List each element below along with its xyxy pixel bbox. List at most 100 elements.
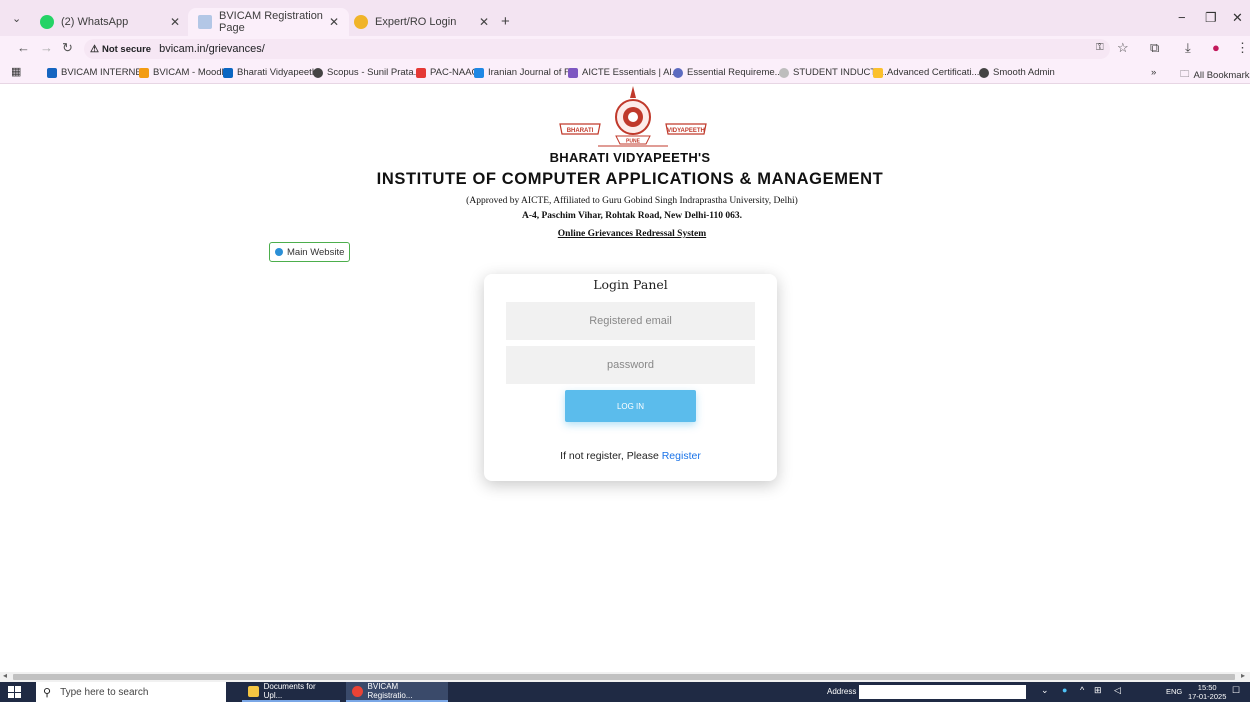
warning-icon[interactable]: ⚠ [90, 44, 99, 55]
volume-icon[interactable]: ◁ [1114, 685, 1121, 696]
download-icon[interactable]: ⤓ [1185, 40, 1191, 56]
browser-tab-strip: ⌄ (2) WhatsApp ✕ BVICAM Registration Pag… [0, 0, 1250, 36]
linkedin-icon [223, 67, 233, 78]
windows-taskbar: ⚲ Type here to search Documents for Upl.… [0, 682, 1250, 702]
restore-icon[interactable]: ❐ [1205, 10, 1217, 26]
scroll-right-icon[interactable]: ▸ [1241, 671, 1245, 680]
bookmark-item[interactable]: Iranian Journal of F... [474, 67, 577, 78]
email-field[interactable] [506, 302, 755, 340]
dropdown-icon[interactable]: ⌄ [1041, 685, 1049, 696]
close-tab-icon[interactable]: ✕ [479, 15, 489, 29]
assistant-icon[interactable]: ● [1062, 685, 1067, 695]
bookmark-item[interactable]: Scopus - Sunil Prata... [313, 67, 422, 78]
bharati-vidyapeeth-logo: BHARATI VIDYAPEETH PUNE [559, 86, 707, 147]
taskbar-item-documents[interactable]: Documents for Upl... [242, 682, 340, 702]
security-label[interactable]: Not secure [102, 44, 151, 55]
clock-time: 15:50 [1197, 683, 1217, 692]
new-tab-icon[interactable]: + [501, 13, 510, 30]
main-website-button[interactable]: Main Website [269, 242, 351, 262]
chrome-icon [352, 685, 363, 697]
approval-text: (Approved by AICTE, Affiliated to Guru G… [466, 196, 798, 206]
close-tab-icon[interactable]: ✕ [170, 15, 180, 29]
extensions-icon[interactable]: ⧉ [1150, 40, 1159, 56]
journal-icon [474, 67, 484, 78]
logo-bottom-text: PUNE [626, 139, 641, 145]
bookmark-label: Scopus - Sunil Prata... [327, 67, 422, 78]
back-icon[interactable]: ← [17, 40, 30, 55]
all-bookmarks[interactable]: 🗀 All Bookmarks [1180, 67, 1250, 83]
youtube-icon [416, 67, 426, 78]
bookmark-label: PAC-NAAC [430, 67, 479, 78]
globe-icon [354, 15, 368, 29]
address-toolbar-label: Address [827, 687, 857, 696]
certificate-icon [873, 67, 883, 78]
logo-right-text: VIDYAPEETH [667, 128, 705, 134]
password-key-icon[interactable]: ⚿ [1096, 42, 1104, 53]
scroll-left-icon[interactable]: ◂ [3, 671, 7, 680]
address-text: A-4, Paschim Vihar, Rohtak Road, New Del… [521, 211, 742, 221]
search-placeholder: Type here to search [60, 686, 149, 698]
horizontal-scrollbar[interactable]: ◂ ▸ [0, 671, 1250, 682]
bookmark-item[interactable]: BVICAM INTERNET [47, 67, 148, 78]
bookmark-label: Advanced Certificati... [887, 67, 980, 78]
bookmark-item[interactable]: STUDENT INDUCTI... [779, 67, 887, 78]
globe-icon [313, 67, 323, 78]
search-icon: ⚲ [43, 686, 52, 699]
taskbar-item-label: Documents for Upl... [263, 682, 316, 700]
network-icon[interactable]: ⊞ [1094, 685, 1102, 696]
login-button[interactable]: LOG IN [565, 390, 696, 422]
bookmark-label: BVICAM - Moodle [153, 67, 230, 78]
whatsapp-icon [40, 15, 54, 29]
login-panel: Login Panel LOG IN If not register, Plea… [484, 274, 777, 481]
menu-kebab-icon[interactable]: ⋮ [1236, 40, 1249, 56]
browser-toolbar: ← → ↻ ⚠ Not secure bvicam.in/grievances/… [0, 36, 1250, 62]
password-field[interactable] [506, 346, 755, 384]
bookmarks-overflow-icon[interactable]: » [1151, 67, 1156, 78]
profile-avatar-icon[interactable]: ● [1212, 40, 1220, 55]
windows-start-icon[interactable] [8, 686, 21, 698]
all-bookmarks-label: All Bookmarks [1193, 69, 1250, 81]
register-prefix: If not register, Please [560, 450, 662, 462]
page-content: BHARATI VIDYAPEETH PUNE BHARATI VIDYAPEE… [0, 84, 1250, 672]
show-hidden-icons-icon[interactable]: ^ [1080, 685, 1084, 695]
language-indicator[interactable]: ENG [1166, 687, 1182, 696]
folder-icon: 🗀 [1180, 69, 1190, 80]
tab-search-chevron-icon[interactable]: ⌄ [12, 12, 21, 25]
bookmark-item[interactable]: Bharati Vidyapeeth [223, 67, 317, 78]
institution-name-line1: BHARATI VIDYAPEETH'S [549, 150, 711, 165]
url-text[interactable]: bvicam.in/grievances/ [159, 43, 265, 55]
taskbar-search[interactable]: ⚲ Type here to search [36, 682, 226, 702]
tab-whatsapp[interactable]: (2) WhatsApp ✕ [30, 8, 190, 36]
bookmark-label: Smooth Admin [993, 67, 1055, 78]
address-toolbar-input[interactable] [859, 685, 1026, 699]
institution-name-line2: INSTITUTE OF COMPUTER APPLICATIONS & MAN… [376, 170, 884, 188]
register-link[interactable]: Register [662, 450, 701, 462]
bookmark-item[interactable]: Advanced Certificati... [873, 67, 979, 78]
taskbar-item-browser[interactable]: BVICAM Registratio... [346, 682, 448, 702]
taskbar-clock[interactable]: 15:50 17-01-2025 [1188, 683, 1226, 701]
close-tab-icon[interactable]: ✕ [329, 15, 339, 29]
bookmark-item[interactable]: Smooth Admin [979, 67, 1055, 78]
requirement-icon [673, 67, 683, 78]
folder-icon [248, 685, 259, 697]
bookmark-item[interactable]: PAC-NAAC [416, 67, 478, 78]
forward-icon[interactable]: → [40, 40, 53, 55]
tab-bvicam-registration[interactable]: BVICAM Registration Page ✕ [188, 8, 349, 36]
bookmark-star-icon[interactable]: ☆ [1117, 40, 1129, 56]
scrollbar-thumb[interactable] [13, 674, 1235, 680]
bookmark-item[interactable]: AICTE Essentials | Al... [568, 67, 680, 78]
bookmarks-bar: ▦ BVICAM INTERNET BVICAM - Moodle Bharat… [0, 62, 1250, 84]
notification-icon[interactable]: ☐ [1232, 685, 1240, 696]
system-title: Online Grievances Redressal System [557, 229, 707, 239]
reload-icon[interactable]: ↻ [62, 40, 73, 56]
logo-left-text: BHARATI [567, 128, 594, 134]
close-window-icon[interactable]: ✕ [1232, 10, 1243, 26]
bookmark-label: Essential Requireme... [687, 67, 783, 78]
minimize-icon[interactable]: − [1178, 10, 1186, 25]
tab-expert-login[interactable]: Expert/RO Login ✕ [344, 8, 499, 36]
bookmark-favicon-icon [47, 67, 57, 78]
apps-grid-icon[interactable]: ▦ [11, 65, 21, 78]
bookmark-item[interactable]: Essential Requireme... [673, 67, 783, 78]
bookmark-item[interactable]: BVICAM - Moodle [139, 67, 229, 78]
address-bar[interactable]: ⚠ Not secure bvicam.in/grievances/ [84, 39, 1110, 59]
